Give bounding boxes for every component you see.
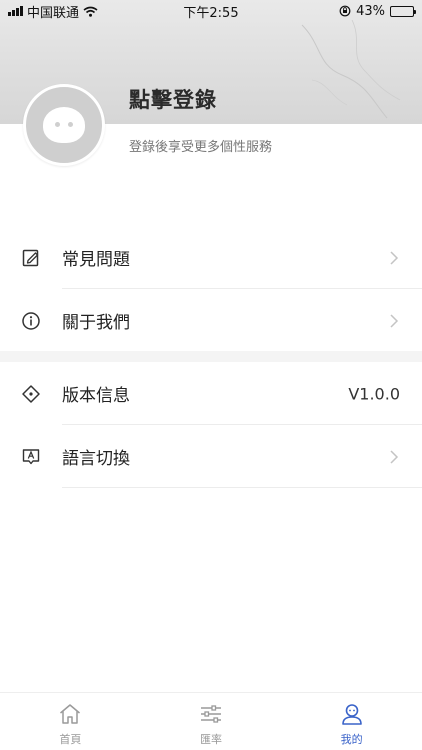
tab-mine[interactable]: 我的 <box>281 693 422 750</box>
menu-item-faq[interactable]: 常見問題 <box>0 226 422 289</box>
info-icon <box>20 310 42 332</box>
avatar-placeholder-icon <box>43 107 85 143</box>
cellular-signal-icon <box>8 6 23 16</box>
bottom-tab-bar: 首頁 匯率 我的 <box>0 692 422 750</box>
tab-label: 匯率 <box>200 733 222 746</box>
marble-texture <box>301 20 401 119</box>
home-icon <box>60 704 81 724</box>
menu-item-version[interactable]: 版本信息 V1.0.0 <box>0 362 422 425</box>
carrier-label: 中国联通 <box>27 5 80 21</box>
login-subtitle: 登錄後享受更多個性服務 <box>129 140 273 155</box>
orientation-lock-icon <box>339 5 351 17</box>
sliders-icon <box>201 705 221 723</box>
menu-item-label: 語言切換 <box>62 449 130 469</box>
login-title[interactable]: 點擊登錄 <box>129 84 217 114</box>
menu-item-language[interactable]: 語言切換 <box>0 425 422 488</box>
tab-label: 我的 <box>340 733 363 746</box>
wifi-icon <box>83 6 98 17</box>
tab-exchange-rate[interactable]: 匯率 <box>141 693 282 750</box>
menu-group-help: 常見問題 關于我們 <box>0 226 422 352</box>
avatar[interactable] <box>23 84 105 166</box>
version-icon <box>20 383 42 405</box>
chevron-right-icon <box>390 313 399 328</box>
battery-icon <box>390 5 416 17</box>
tab-home[interactable]: 首頁 <box>0 693 141 750</box>
edit-icon <box>20 247 42 269</box>
profile-icon <box>341 704 362 725</box>
chevron-right-icon <box>390 449 399 464</box>
language-icon <box>20 446 42 468</box>
tab-label: 首頁 <box>59 733 82 746</box>
divider <box>62 487 422 488</box>
battery-percent: 43% <box>356 3 385 19</box>
section-separator <box>0 351 422 362</box>
menu-item-about[interactable]: 關于我們 <box>0 289 422 352</box>
menu-item-label: 常見問題 <box>62 250 130 270</box>
chevron-right-icon <box>390 250 399 265</box>
status-bar: 中国联通 下午2:55 43% <box>0 0 422 22</box>
version-value: V1.0.0 <box>348 384 400 403</box>
menu-group-settings: 版本信息 V1.0.0 語言切換 <box>0 362 422 488</box>
menu-item-label: 版本信息 <box>62 386 130 406</box>
menu-item-label: 關于我們 <box>62 313 130 333</box>
